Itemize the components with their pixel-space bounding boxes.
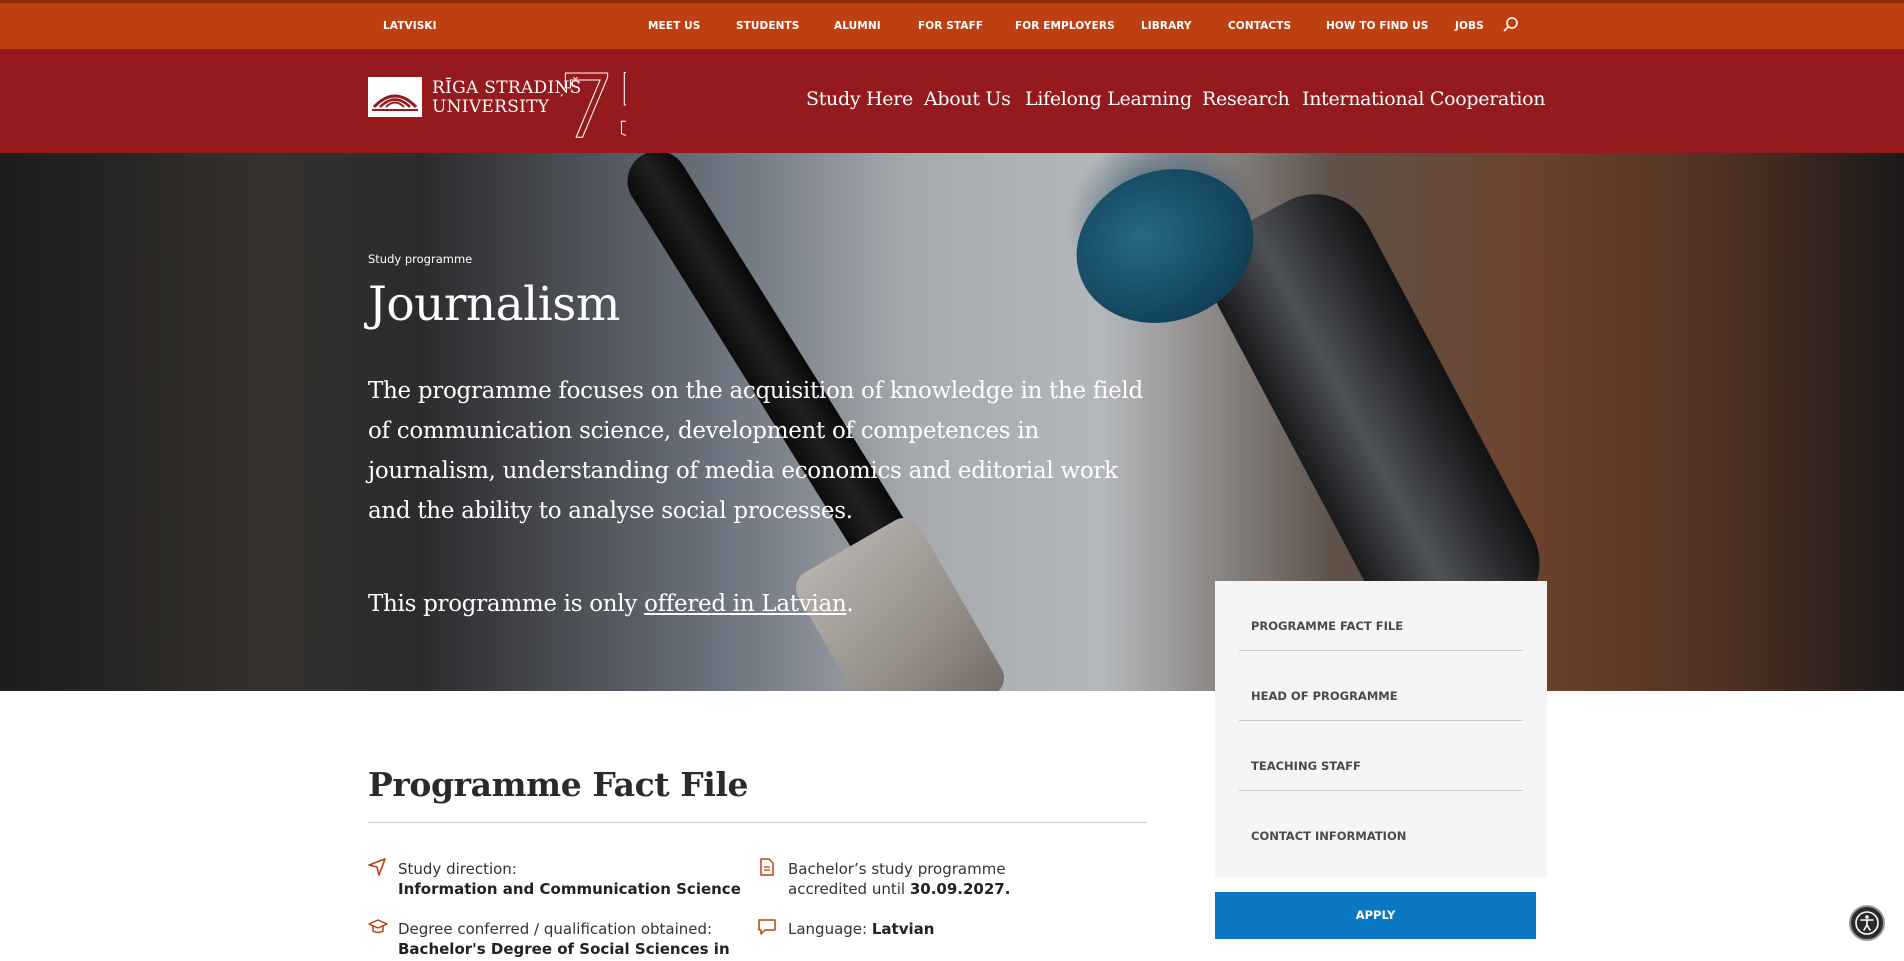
search-icon[interactable] <box>1502 16 1520 34</box>
fact-programme-accreditation: Bachelor’s study programme accredited un… <box>788 859 1010 899</box>
fact-file-title: Programme Fact File <box>368 765 749 804</box>
accessibility-icon <box>1855 911 1879 935</box>
top-link-for-staff[interactable]: FOR STAFF <box>918 20 983 32</box>
hero-language-note: This programme is only offered in Latvia… <box>368 591 854 617</box>
nav-international-cooperation[interactable]: International Cooperation <box>1302 88 1546 110</box>
section-link-programme-fact-file[interactable]: PROGRAMME FACT FILE <box>1239 581 1523 651</box>
fact-value: Bachelor's Degree of Social Sciences in <box>398 939 730 959</box>
section-link-contact-information[interactable]: CONTACT INFORMATION <box>1239 791 1523 861</box>
nav-research[interactable]: Research <box>1202 88 1290 110</box>
university-emblem-icon <box>368 77 422 117</box>
language-value: Latvian <box>871 920 935 938</box>
accreditation-line: accredited until 30.09.2027. <box>788 879 1010 899</box>
top-link-jobs[interactable]: JOBS <box>1455 20 1484 32</box>
nav-study-here[interactable]: Study Here <box>806 88 913 110</box>
top-link-students[interactable]: STUDENTS <box>736 20 799 32</box>
top-link-alumni[interactable]: ALUMNI <box>834 20 881 32</box>
language-switch-link[interactable]: LATVISKI <box>383 20 437 32</box>
accreditation-prefix: accredited until <box>788 880 910 898</box>
university-logo[interactable]: RĪGA STRADIŅŠ UNIVERSITY 75 <box>368 59 627 143</box>
section-link-teaching-staff[interactable]: TEACHING STAFF <box>1239 721 1523 791</box>
fact-label: Study direction: <box>398 860 517 878</box>
top-link-meet-us[interactable]: MEET US <box>648 20 700 32</box>
section-link-head-of-programme[interactable]: HEAD OF PROGRAMME <box>1239 651 1523 721</box>
navigation-arrow-icon <box>368 858 386 876</box>
section-link-label: TEACHING STAFF <box>1251 759 1361 773</box>
fact-degree: Degree conferred / qualification obtaine… <box>398 919 730 959</box>
fact-study-direction: Study direction: Information and Communi… <box>398 859 741 899</box>
note-suffix: . <box>846 591 854 617</box>
section-link-label: PROGRAMME FACT FILE <box>1251 619 1404 633</box>
top-link-library[interactable]: LIBRARY <box>1141 20 1192 32</box>
hero-eyebrow: Study programme <box>368 252 473 266</box>
fact-value: Information and Communication Science <box>398 879 741 899</box>
nav-about-us[interactable]: About Us <box>924 88 1011 110</box>
top-link-contacts[interactable]: CONTACTS <box>1228 20 1291 32</box>
graduation-cap-icon <box>368 918 388 936</box>
note-prefix: This programme is only <box>368 591 645 617</box>
section-link-label: CONTACT INFORMATION <box>1251 829 1407 843</box>
accreditation-date: 30.09.2027. <box>909 880 1011 898</box>
anniversary-75-mark: 75 <box>558 59 627 143</box>
degree-value: Bachelor's Degree of Social Sciences in <box>398 940 730 958</box>
programme-type: Bachelor’s study programme <box>788 860 1006 878</box>
chat-bubble-icon <box>758 918 776 936</box>
study-direction-value: Information and Communication Science <box>398 880 741 898</box>
offered-in-latvian-link[interactable]: offered in Latvian <box>644 591 847 617</box>
document-icon <box>758 858 776 876</box>
section-divider <box>368 822 1147 823</box>
page-title: Journalism <box>368 277 620 332</box>
top-link-for-employers[interactable]: FOR EMPLOYERS <box>1015 20 1115 32</box>
anniversary-number: 75 <box>558 59 626 143</box>
apply-button[interactable]: APPLY <box>1215 892 1536 939</box>
hero-banner: Study programme Journalism The programme… <box>0 153 1904 691</box>
fact-label: Degree conferred / qualification obtaine… <box>398 920 713 938</box>
top-link-how-to-find-us[interactable]: HOW TO FIND US <box>1326 20 1428 32</box>
language-label: Language: <box>788 920 872 938</box>
page-section-nav: PROGRAMME FACT FILE HEAD OF PROGRAMME TE… <box>1215 581 1547 877</box>
main-header: RĪGA STRADIŅŠ UNIVERSITY 75 Study Here A… <box>0 49 1904 153</box>
hero-description: The programme focuses on the acquisition… <box>368 378 1143 524</box>
top-utility-bar: LATVISKI MEET US STUDENTS ALUMNI FOR STA… <box>0 0 1904 49</box>
nav-lifelong-learning[interactable]: Lifelong Learning <box>1025 88 1192 110</box>
fact-language: Language: Latvian <box>788 919 934 939</box>
accessibility-button[interactable] <box>1849 905 1885 941</box>
section-link-label: HEAD OF PROGRAMME <box>1251 689 1398 703</box>
